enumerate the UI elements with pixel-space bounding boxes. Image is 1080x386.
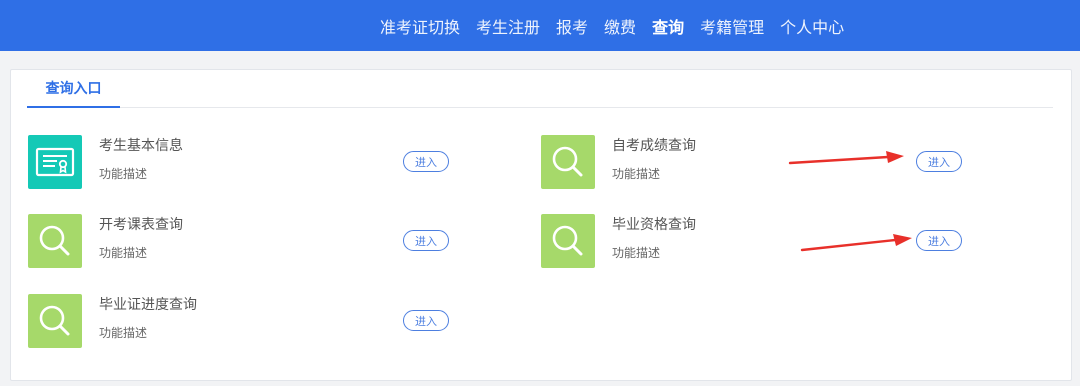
- card-description: 功能描述: [99, 167, 148, 181]
- card-title: 毕业资格查询: [612, 217, 696, 233]
- search-icon: [39, 305, 70, 336]
- card-icon-tile: [541, 135, 595, 189]
- enter-button[interactable]: 进入: [916, 151, 962, 172]
- red-annotation-arrow-icon: [788, 151, 904, 165]
- certificate-icon: [35, 147, 75, 177]
- enter-button[interactable]: 进入: [403, 151, 449, 172]
- nav-item-apply-exam[interactable]: 报考: [548, 14, 596, 38]
- card-icon-tile: [28, 214, 82, 268]
- nav-item-records-management[interactable]: 考籍管理: [692, 14, 772, 38]
- search-icon: [39, 225, 70, 256]
- search-icon: [552, 225, 583, 256]
- nav-item-admission-switch[interactable]: 准考证切换: [372, 14, 468, 38]
- red-annotation-arrow-icon: [800, 234, 912, 252]
- query-panel: 查询入口 考生基本信息 功能描述 进入 自考成绩查询 功能描述 进入 开考课表查…: [10, 69, 1072, 381]
- nav-item-query[interactable]: 查询: [644, 14, 692, 38]
- card-title: 自考成绩查询: [612, 138, 696, 154]
- enter-button[interactable]: 进入: [916, 230, 962, 251]
- enter-button[interactable]: 进入: [403, 310, 449, 331]
- search-icon: [552, 146, 583, 177]
- card-title: 开考课表查询: [99, 217, 183, 233]
- card-icon-tile: [28, 135, 82, 189]
- top-navigation-bar: 准考证切换 考生注册 报考 缴费 查询 考籍管理 个人中心: [0, 0, 1080, 51]
- card-graduation-qualification-query: 毕业资格查询 功能描述 进入: [541, 214, 991, 270]
- card-course-schedule-query: 开考课表查询 功能描述 进入: [28, 214, 478, 270]
- tab-query-entry[interactable]: 查询入口: [27, 70, 120, 108]
- enter-button[interactable]: 进入: [403, 230, 449, 251]
- nav-item-payment[interactable]: 缴费: [596, 14, 644, 38]
- main-nav: 准考证切换 考生注册 报考 缴费 查询 考籍管理 个人中心: [372, 0, 852, 51]
- card-icon-tile: [28, 294, 82, 348]
- panel-tab-bar: 查询入口: [27, 70, 1053, 108]
- card-diploma-progress-query: 毕业证进度查询 功能描述 进入: [28, 294, 478, 350]
- card-title: 考生基本信息: [99, 138, 183, 154]
- card-description: 功能描述: [99, 246, 148, 260]
- card-title: 毕业证进度查询: [99, 297, 197, 313]
- nav-item-register[interactable]: 考生注册: [468, 14, 548, 38]
- card-description: 功能描述: [612, 246, 661, 260]
- card-exam-score-query: 自考成绩查询 功能描述 进入: [541, 135, 991, 191]
- nav-item-personal-center[interactable]: 个人中心: [772, 14, 852, 38]
- card-description: 功能描述: [612, 167, 661, 181]
- card-icon-tile: [541, 214, 595, 268]
- card-student-basic-info: 考生基本信息 功能描述 进入: [28, 135, 478, 191]
- card-description: 功能描述: [99, 326, 148, 340]
